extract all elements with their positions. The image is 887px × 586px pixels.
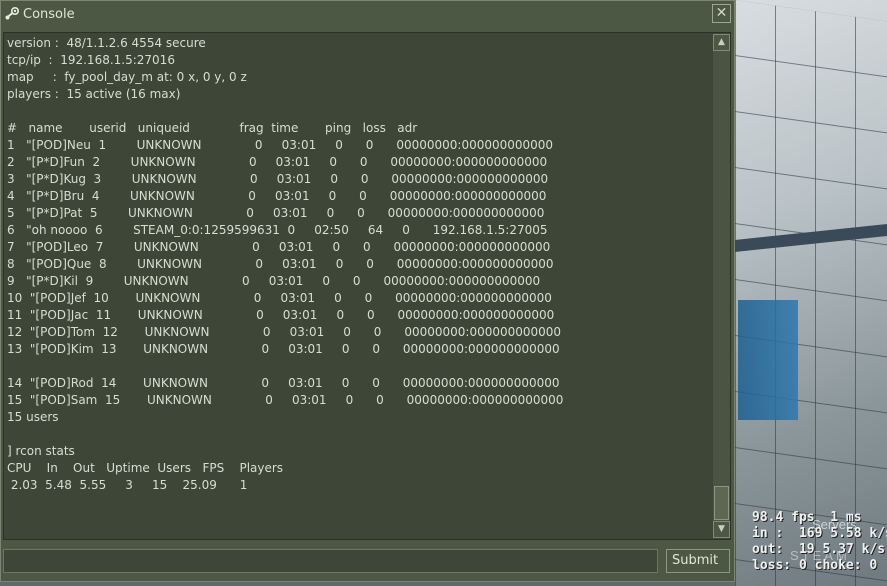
console-line: 14 "[POD]Rod 14 UNKNOWN 0 03:01 0 0 0000… xyxy=(7,376,560,390)
scrollbar[interactable]: ▲ ▼ xyxy=(713,34,730,538)
netgraph-fps: 98.4 fps 1 ms xyxy=(752,510,862,525)
console-line: 10 "[POD]Jef 10 UNKNOWN 0 03:01 0 0 0000… xyxy=(7,291,552,305)
console-line: 13 "[POD]Kim 13 UNKNOWN 0 03:01 0 0 0000… xyxy=(7,342,560,356)
command-input[interactable] xyxy=(3,549,658,573)
arrow-down-icon: ▼ xyxy=(718,524,725,534)
close-icon: ✕ xyxy=(715,5,728,21)
console-line: 9 "[P*D]Kil 9 UNKNOWN 0 03:01 0 0 000000… xyxy=(7,274,541,288)
window-title: Console xyxy=(23,7,75,22)
console-line: 1 "[POD]Neu 1 UNKNOWN 0 03:01 0 0 000000… xyxy=(7,138,554,152)
steam-icon xyxy=(5,6,20,20)
console-line: 2 "[P*D]Fun 2 UNKNOWN 0 03:01 0 0 000000… xyxy=(7,155,548,169)
scroll-down-button[interactable]: ▼ xyxy=(713,521,730,538)
console-line: 3 "[P*D]Kug 3 UNKNOWN 0 03:01 0 0 000000… xyxy=(7,172,549,186)
console-line: 15 "[POD]Sam 15 UNKNOWN 0 03:01 0 0 0000… xyxy=(7,393,564,407)
console-line: 6 "oh noooo 6 STEAM_0:0:1259599631 0 02:… xyxy=(7,223,548,237)
console-line: 7 "[POD]Leo 7 UNKNOWN 0 03:01 0 0 000000… xyxy=(7,240,551,254)
console-line: players : 15 active (16 max) xyxy=(7,87,181,101)
console-window: Console ✕ version : 48/1.1.2.6 4554 secu… xyxy=(0,0,735,582)
scroll-thumb[interactable] xyxy=(714,486,729,520)
netgraph-loss: loss: 0 choke: 0 xyxy=(752,558,878,573)
netgraph-out: out: 19 5.37 k/s xyxy=(752,542,886,557)
scroll-up-button[interactable]: ▲ xyxy=(713,34,730,51)
console-output[interactable]: version : 48/1.1.2.6 4554 secure tcp/ip :… xyxy=(3,32,731,540)
console-line: 5 "[P*D]Pat 5 UNKNOWN 0 03:01 0 0 000000… xyxy=(7,206,545,220)
close-button[interactable]: ✕ xyxy=(712,4,731,23)
netgraph: 98.4 fps 1 ms in : 169 5.58 k/s out: 19 … xyxy=(752,510,887,574)
submit-button[interactable]: Submit xyxy=(666,549,730,573)
console-line: 8 "[POD]Que 8 UNKNOWN 0 03:01 0 0 000000… xyxy=(7,257,554,271)
console-line: tcp/ip : 192.168.1.5:27016 xyxy=(7,53,175,67)
console-line: 15 users xyxy=(7,410,59,424)
console-line: version : 48/1.1.2.6 4554 secure xyxy=(7,36,206,50)
console-line: # name userid uniqueid frag time ping lo… xyxy=(7,121,418,135)
scene-tile-grid xyxy=(735,0,887,586)
console-line: 2.03 5.48 5.55 3 15 25.09 1 xyxy=(7,478,248,492)
console-line: map : fy_pool_day_m at: 0 x, 0 y, 0 z xyxy=(7,70,247,84)
arrow-up-icon: ▲ xyxy=(718,37,725,47)
netgraph-in: in : 169 5.58 k/s xyxy=(752,526,887,541)
console-line: CPU In Out Uptime Users FPS Players xyxy=(7,461,284,475)
console-lines: version : 48/1.1.2.6 4554 secure tcp/ip :… xyxy=(7,35,707,494)
console-line: 12 "[POD]Tom 12 UNKNOWN 0 03:01 0 0 0000… xyxy=(7,325,562,339)
console-line: 4 "[P*D]Bru 4 UNKNOWN 0 03:01 0 0 000000… xyxy=(7,189,547,203)
console-line: 11 "[POD]Jac 11 UNKNOWN 0 03:01 0 0 0000… xyxy=(7,308,555,322)
scene-pool xyxy=(738,300,798,420)
console-line: ] rcon stats xyxy=(7,444,75,458)
title-bar[interactable]: Console ✕ xyxy=(1,1,734,29)
